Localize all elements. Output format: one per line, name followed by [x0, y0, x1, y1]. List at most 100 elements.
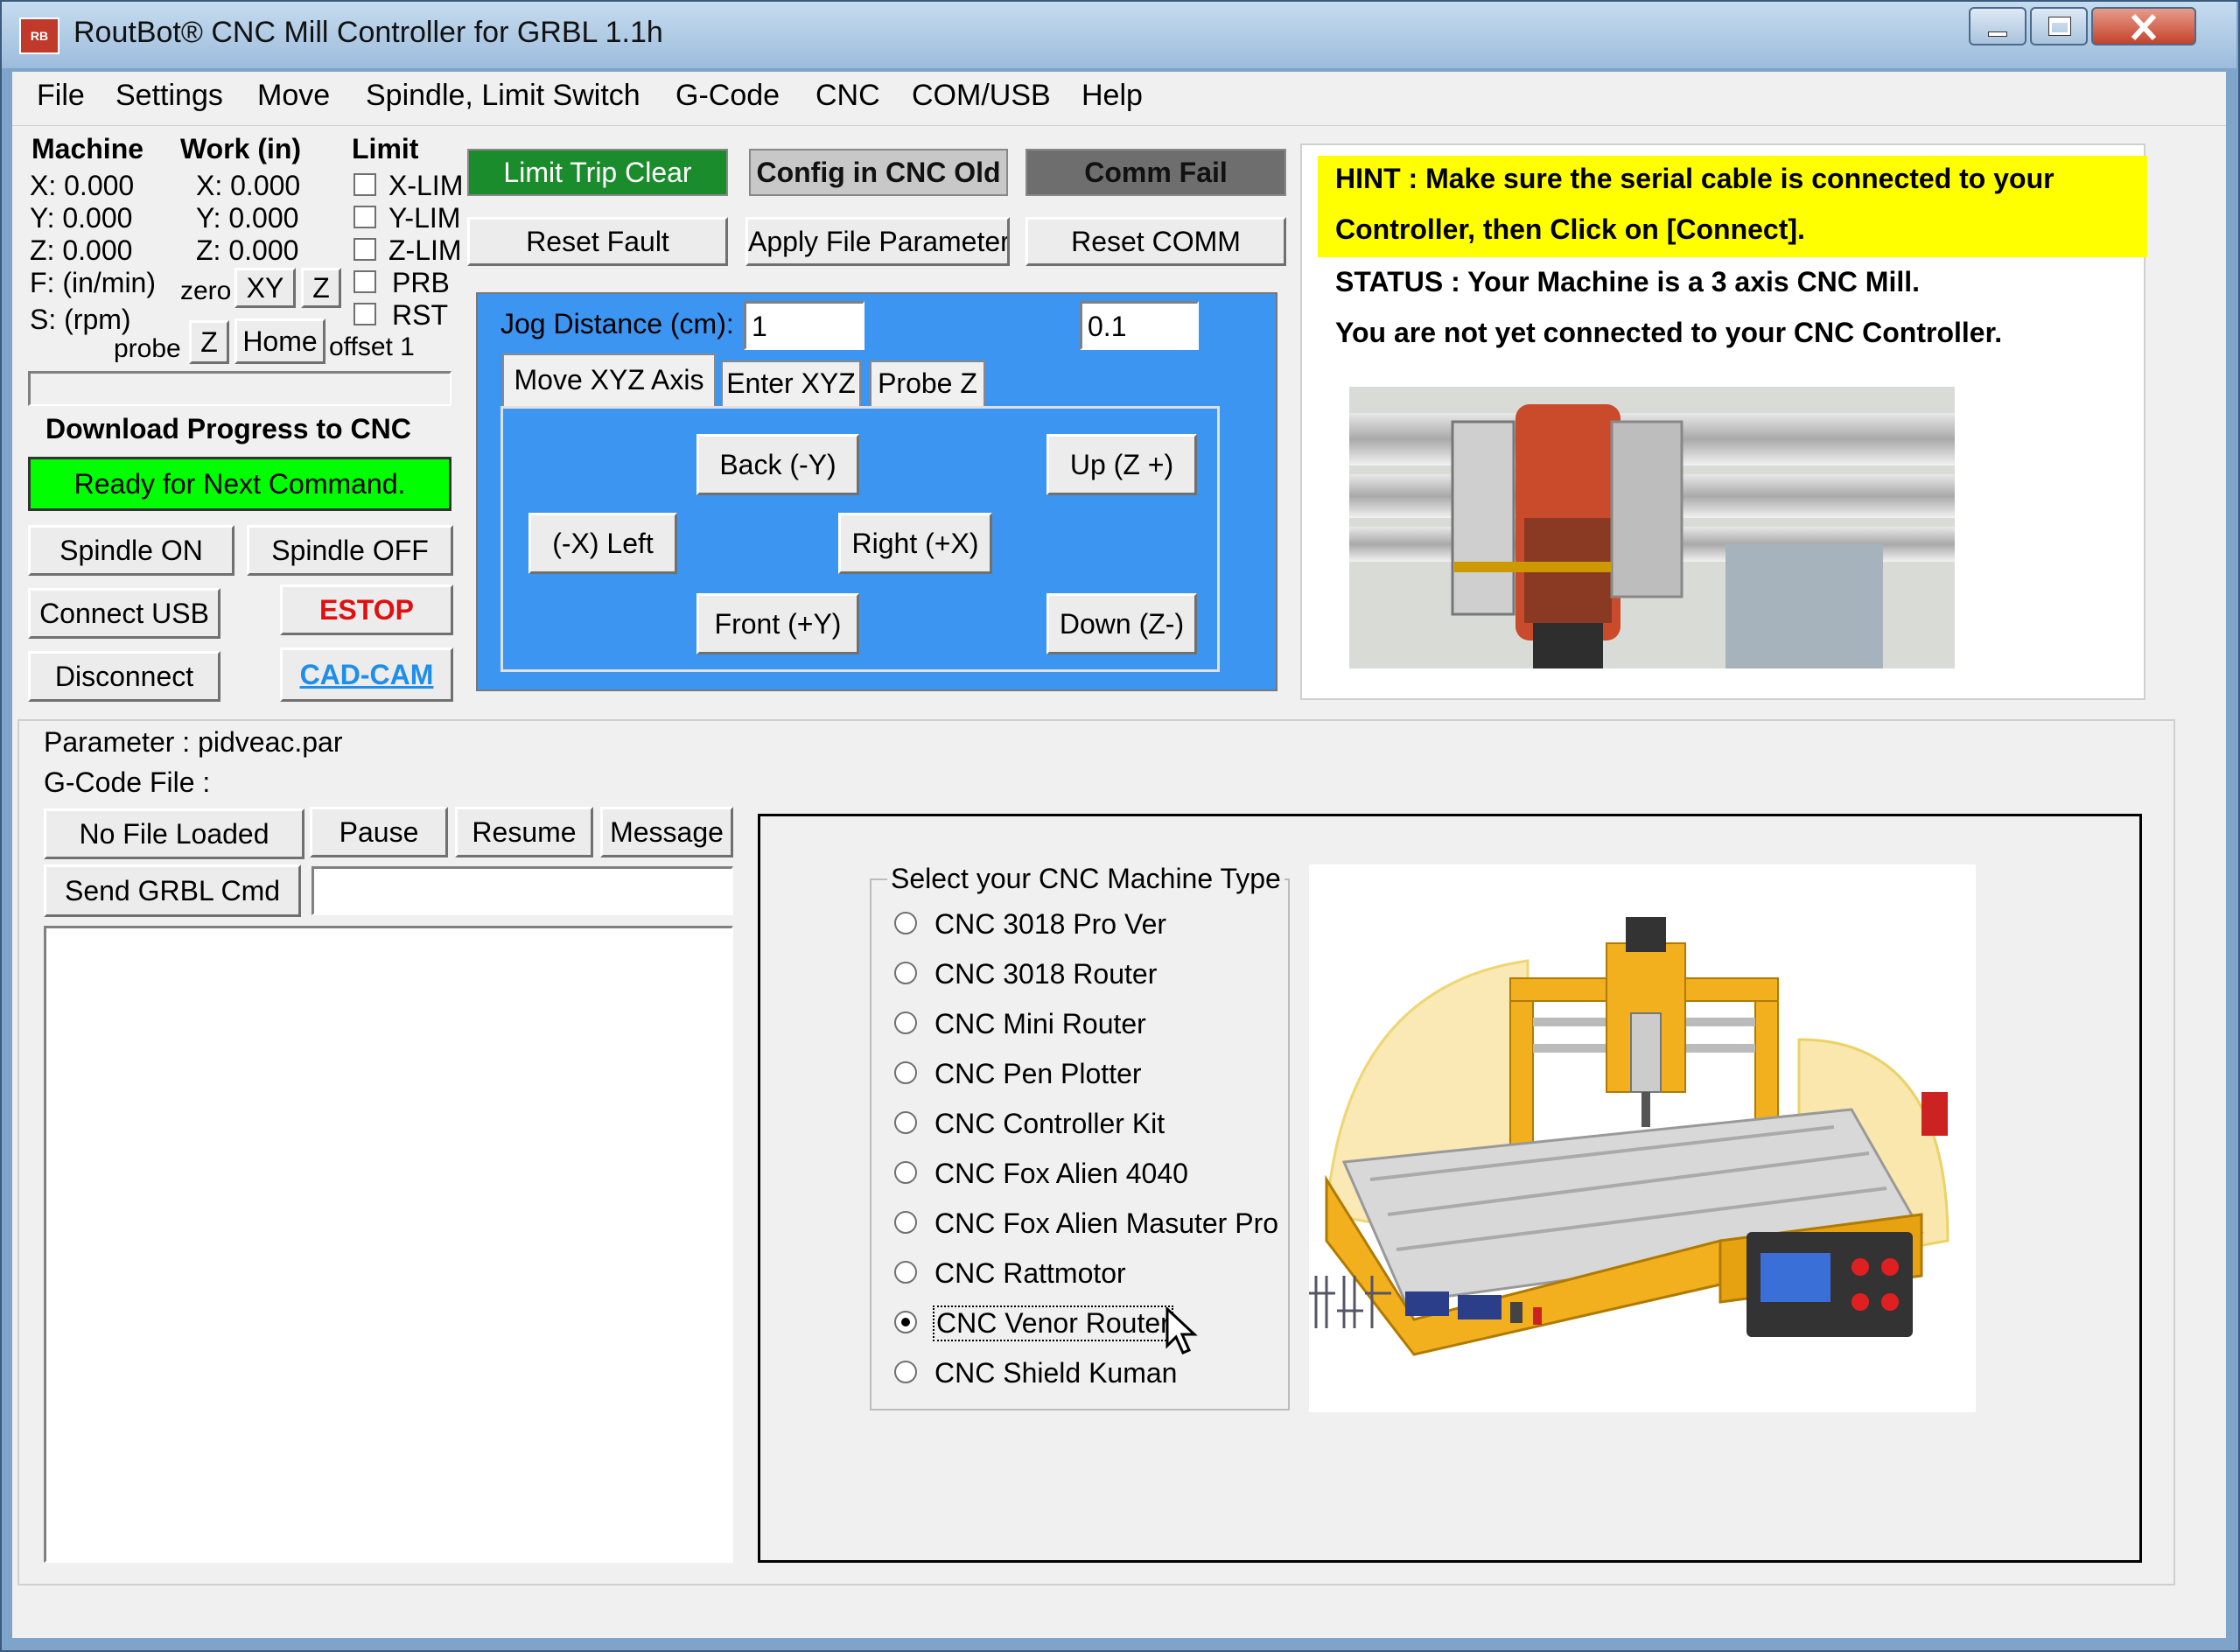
option-cnc-3018-pro-ver[interactable]: CNC 3018 Pro Ver	[934, 908, 1166, 941]
download-title: Download Progress to CNC	[46, 413, 411, 444]
limit-x-label: X-LIM	[388, 170, 464, 201]
spindle-on-button[interactable]: Spindle ON	[28, 525, 234, 576]
message-button[interactable]: Message	[600, 807, 733, 858]
close-icon	[2131, 13, 2157, 41]
config-indicator: Config in CNC Old	[749, 149, 1008, 196]
limit-y-checkbox[interactable]	[354, 206, 376, 228]
work-y: Y: 0.000	[196, 202, 299, 234]
jog-front-button[interactable]: Front (+Y)	[696, 593, 859, 654]
jog-down-button[interactable]: Down (Z-)	[1046, 593, 1197, 654]
jog-distance-fine-input[interactable]: 0.1	[1080, 301, 1199, 350]
zero-label: zero	[180, 276, 232, 305]
no-file-loaded-button[interactable]: No File Loaded	[44, 808, 304, 859]
option-cnc-shield-kuman[interactable]: CNC Shield Kuman	[934, 1357, 1177, 1390]
mouse-cursor-icon	[1166, 1307, 1198, 1354]
radio-cnc-fox-alien-masuter-pro[interactable]	[894, 1211, 917, 1234]
window-title: RoutBot® CNC Mill Controller for GRBL 1.…	[74, 16, 663, 49]
minimize-button[interactable]	[1969, 7, 2026, 46]
tab-move-xyz[interactable]: Move XYZ Axis	[502, 354, 716, 408]
work-header: Work (in)	[180, 133, 302, 164]
estop-button[interactable]: ESTOP	[280, 584, 453, 635]
zero-z-button[interactable]: Z	[301, 268, 341, 308]
apply-file-parameters-button[interactable]: Apply File Parameters	[746, 217, 1010, 266]
limit-x-checkbox[interactable]	[354, 173, 376, 196]
connect-usb-button[interactable]: Connect USB	[28, 588, 220, 639]
jog-distance-label: Jog Distance (cm):	[500, 308, 734, 340]
jog-distance-input[interactable]: 1	[744, 301, 864, 350]
option-cnc-3018-router[interactable]: CNC 3018 Router	[934, 958, 1157, 990]
menu-move[interactable]: Move	[257, 79, 330, 113]
option-cnc-fox-alien-4040[interactable]: CNC Fox Alien 4040	[934, 1158, 1188, 1190]
radio-cnc-fox-alien-4040[interactable]	[894, 1161, 917, 1184]
menu-com-usb[interactable]: COM/USB	[912, 79, 1051, 113]
zero-xy-button[interactable]: XY	[234, 268, 296, 308]
radio-cnc-controller-kit[interactable]	[894, 1111, 917, 1134]
machine-x: X: 0.000	[30, 170, 135, 201]
jog-right-button[interactable]: Right (+X)	[838, 513, 992, 574]
title-bar[interactable]: RB RoutBot® CNC Mill Controller for GRBL…	[2, 2, 2236, 68]
radio-cnc-pen-plotter[interactable]	[894, 1061, 917, 1084]
option-cnc-fox-alien-masuter-pro[interactable]: CNC Fox Alien Masuter Pro	[934, 1208, 1278, 1240]
limit-header: Limit	[352, 133, 419, 164]
machine-y: Y: 0.000	[30, 202, 133, 234]
parameter-file-label: Parameter : pidveac.par	[44, 726, 343, 758]
send-grbl-cmd-button[interactable]: Send GRBL Cmd	[44, 864, 301, 917]
radio-cnc-3018-router[interactable]	[894, 962, 917, 984]
option-cnc-rattmotor[interactable]: CNC Rattmotor	[934, 1257, 1126, 1290]
reset-comm-button[interactable]: Reset COMM	[1026, 217, 1286, 266]
grbl-command-input[interactable]	[312, 866, 733, 915]
radio-cnc-venor-router[interactable]	[894, 1311, 917, 1334]
close-button[interactable]	[2091, 7, 2196, 46]
menu-cnc[interactable]: CNC	[816, 79, 880, 113]
tab-probe-z[interactable]: Probe Z	[870, 360, 985, 406]
reset-checkbox[interactable]	[354, 303, 376, 326]
gcode-console[interactable]	[44, 926, 733, 1563]
limit-z-checkbox[interactable]	[354, 238, 376, 261]
menu-gcode[interactable]: G-Code	[676, 79, 780, 113]
menu-file[interactable]: File	[37, 79, 85, 113]
radio-cnc-shield-kuman[interactable]	[894, 1361, 917, 1383]
machine-z: Z: 0.000	[30, 234, 133, 266]
disconnect-button[interactable]: Disconnect	[28, 651, 220, 702]
radio-cnc-3018-pro-ver[interactable]	[894, 912, 917, 934]
menu-help[interactable]: Help	[1082, 79, 1143, 113]
minimize-icon	[1988, 32, 2007, 37]
home-button[interactable]: Home	[234, 318, 326, 364]
jog-up-button[interactable]: Up (Z +)	[1046, 434, 1197, 495]
machine-type-legend: Select your CNC Machine Type	[887, 863, 1284, 895]
gcode-file-label: G-Code File :	[44, 766, 211, 798]
maximize-button[interactable]	[2030, 7, 2088, 46]
cnc-mill-photo	[1349, 387, 1955, 668]
hint-line-1: HINT : Make sure the serial cable is con…	[1335, 163, 2054, 194]
position-progress-bar	[28, 371, 452, 406]
jog-distance-fine-value: 0.1	[1088, 311, 1127, 342]
machine-header: Machine	[32, 133, 144, 164]
limit-z-label: Z-LIM	[388, 234, 462, 266]
probe-z-button[interactable]: Z	[189, 320, 229, 364]
option-cnc-controller-kit[interactable]: CNC Controller Kit	[934, 1108, 1165, 1140]
radio-cnc-rattmotor[interactable]	[894, 1261, 917, 1284]
tab-enter-xyz[interactable]: Enter XYZ	[721, 360, 861, 406]
spindle-off-button[interactable]: Spindle OFF	[247, 525, 453, 576]
resume-button[interactable]: Resume	[455, 807, 593, 858]
radio-cnc-mini-router[interactable]	[894, 1012, 917, 1034]
probe-checkbox[interactable]	[354, 270, 376, 293]
reset-label: RST	[392, 299, 448, 331]
pause-button[interactable]: Pause	[310, 807, 448, 858]
limit-y-label: Y-LIM	[388, 202, 461, 234]
option-cnc-venor-router[interactable]: CNC Venor Router	[933, 1306, 1173, 1341]
probe-text: probe	[114, 334, 181, 363]
jog-left-button[interactable]: (-X) Left	[528, 513, 677, 574]
menu-spindle-limit[interactable]: Spindle, Limit Switch	[366, 79, 640, 113]
menu-settings[interactable]: Settings	[116, 79, 223, 113]
spindle-rpm: S: (rpm)	[30, 304, 131, 335]
probe-label: PRB	[392, 267, 450, 298]
reset-fault-button[interactable]: Reset Fault	[467, 217, 728, 266]
cad-cam-button[interactable]: CAD-CAM	[280, 648, 453, 702]
jog-back-button[interactable]: Back (-Y)	[696, 434, 859, 495]
status-line-1: STATUS : Your Machine is a 3 axis CNC Mi…	[1335, 266, 1920, 298]
menu-bar: File Settings Move Spindle, Limit Switch…	[12, 72, 2226, 126]
option-cnc-pen-plotter[interactable]: CNC Pen Plotter	[934, 1058, 1142, 1090]
option-cnc-mini-router[interactable]: CNC Mini Router	[934, 1008, 1146, 1040]
app-logo-icon: RB	[19, 18, 60, 54]
